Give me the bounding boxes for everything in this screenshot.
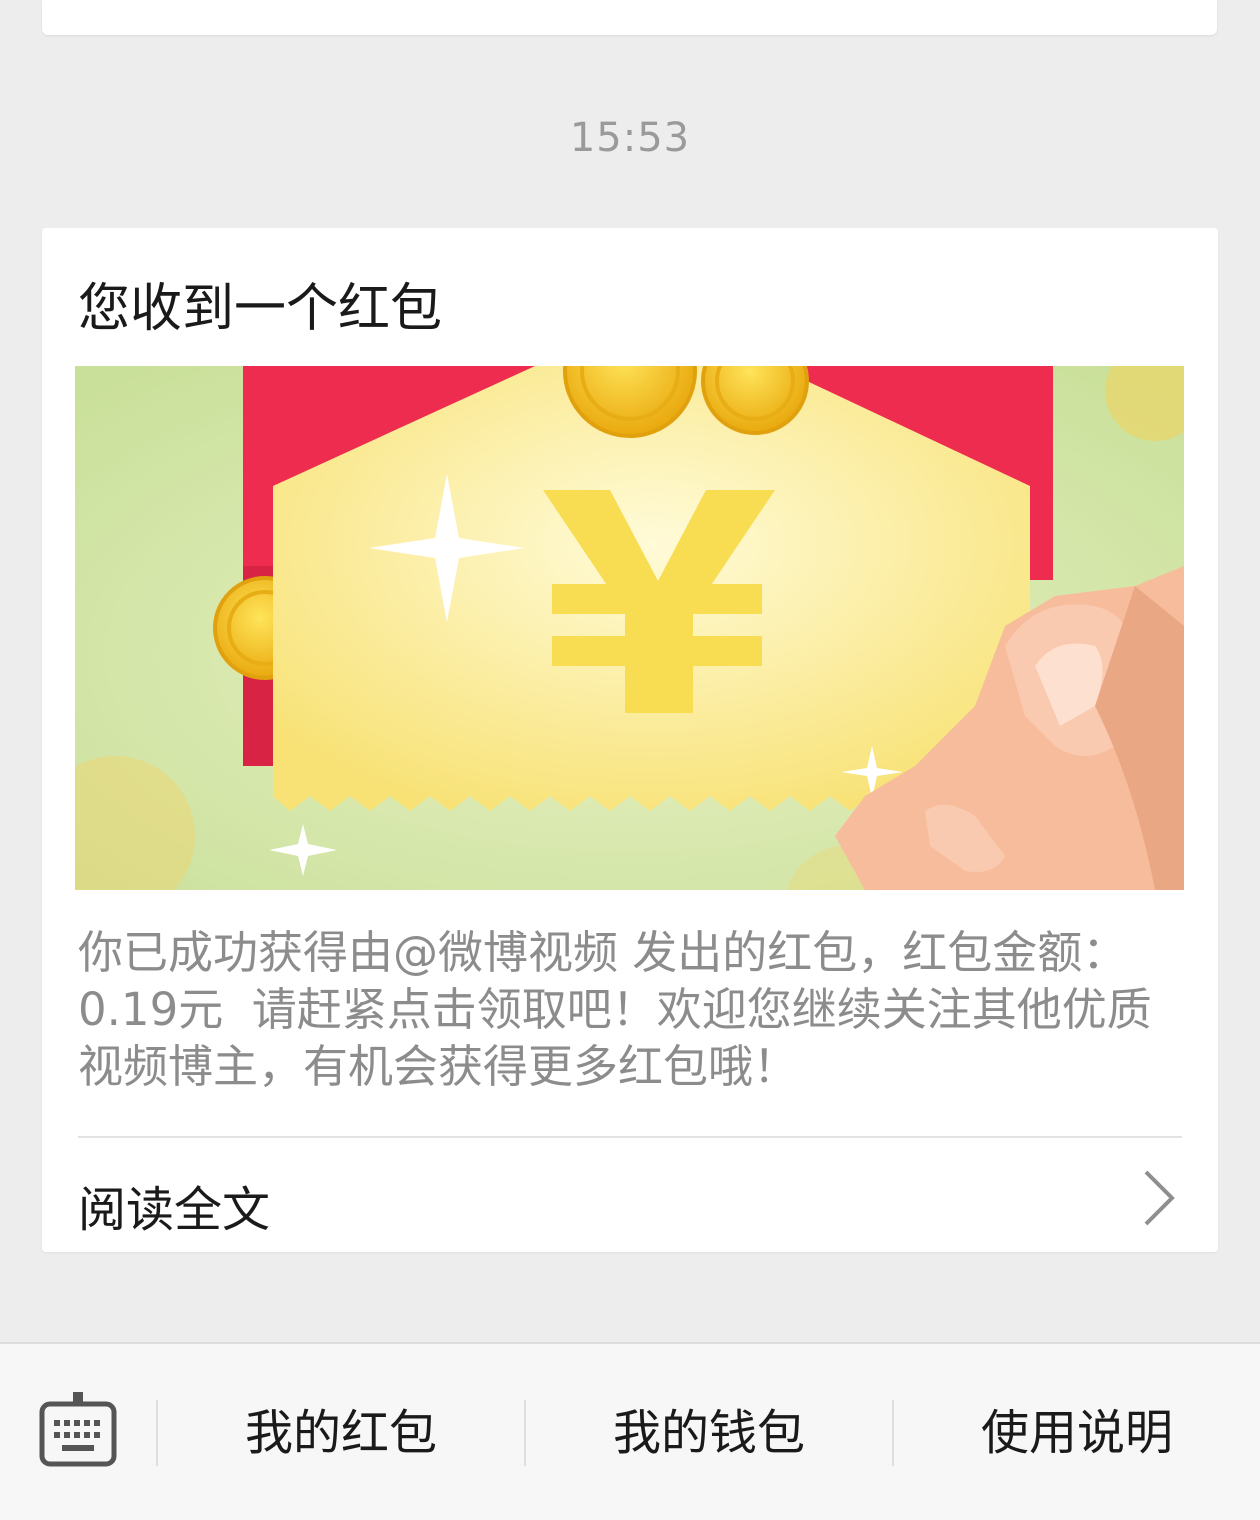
message-timestamp: 15:53 bbox=[569, 115, 691, 161]
read-more-row[interactable]: 阅读全文 bbox=[42, 1140, 1218, 1252]
keyboard-icon[interactable] bbox=[38, 1390, 120, 1472]
menu-my-red-envelopes[interactable]: 我的红包 bbox=[158, 1400, 524, 1466]
red-envelope-illustration[interactable] bbox=[75, 366, 1184, 890]
message-title: 您收到一个红包 bbox=[78, 279, 443, 339]
previous-message-card[interactable] bbox=[42, 0, 1217, 35]
red-envelope-message-card[interactable]: 您收到一个红包 你已成功获得由@微博视频 发出的红包，红包金额：0.19元 请赶… bbox=[42, 228, 1218, 1252]
read-more-label: 阅读全文 bbox=[78, 1182, 271, 1238]
chevron-right-icon bbox=[1144, 1170, 1175, 1226]
bottom-menu-bar: 我的红包 我的钱包 使用说明 bbox=[0, 1342, 1260, 1520]
menu-my-wallet[interactable]: 我的钱包 bbox=[526, 1400, 892, 1466]
divider bbox=[78, 1136, 1182, 1138]
menu-instructions[interactable]: 使用说明 bbox=[894, 1400, 1260, 1466]
message-description: 你已成功获得由@微博视频 发出的红包，红包金额：0.19元 请赶紧点击领取吧！欢… bbox=[78, 926, 1152, 1093]
